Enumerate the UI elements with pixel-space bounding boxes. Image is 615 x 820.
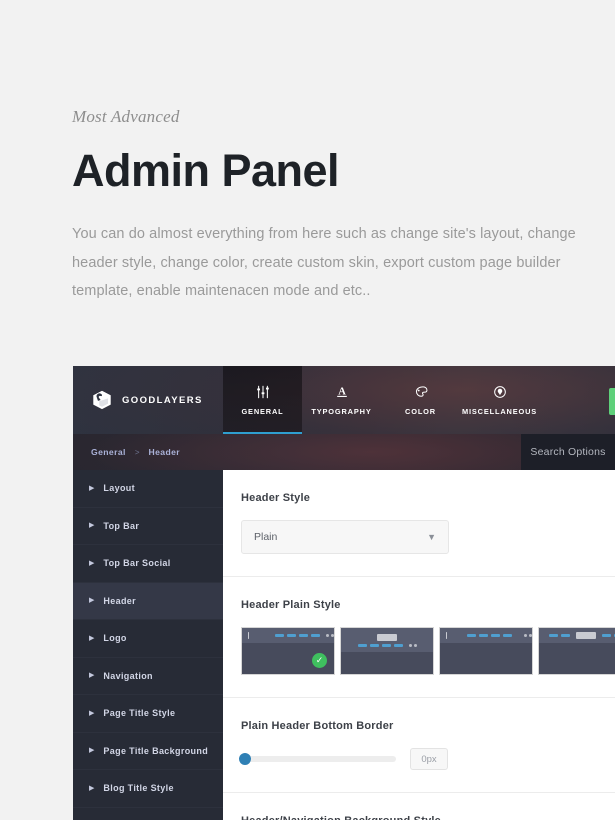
sidebar-item-label: Layout (103, 483, 135, 493)
thumb-dots (326, 634, 334, 637)
paint-palette-icon (414, 385, 428, 400)
thumb-logo (576, 632, 596, 639)
tab-miscellaneous-label: MISCELLANEOUS (462, 407, 537, 416)
border-width-value[interactable]: 0px (410, 748, 448, 770)
panel-body: ▶ Layout ▶ Top Bar ▶ Top Bar Social ▶ He… (73, 470, 615, 820)
field-header-navigation-background-style: Header/Navigation Background Style (223, 793, 615, 820)
search-options-button[interactable]: Search Options (521, 434, 615, 470)
thumb-dots (409, 644, 417, 647)
sidebar-item-label: Page Title Style (103, 708, 175, 718)
brand-logo: GOODLAYERS (73, 366, 223, 434)
panel-sidebar: ▶ Layout ▶ Top Bar ▶ Top Bar Social ▶ He… (73, 470, 223, 820)
sidebar-item-navigation[interactable]: ▶ Navigation (73, 658, 223, 696)
chevron-right-icon: ▶ (89, 672, 94, 679)
thumb-menu-left (549, 634, 570, 637)
chevron-right-icon: ▶ (89, 485, 94, 492)
hero-eyebrow: Most Advanced (72, 108, 592, 125)
tab-color[interactable]: COLOR (381, 366, 460, 434)
header-plain-style-option-2[interactable] (340, 627, 434, 675)
sliders-icon (256, 385, 270, 400)
thumb-logo (446, 632, 447, 639)
thumb-menu-row (358, 644, 417, 647)
sidebar-item-layout[interactable]: ▶ Layout (73, 470, 223, 508)
brand-name: GOODLAYERS (122, 395, 203, 406)
sidebar-item-label: Navigation (103, 671, 153, 681)
chevron-right-icon: ▶ (89, 785, 94, 792)
field-label: Header Style (241, 492, 615, 504)
thumb-dots (524, 634, 532, 637)
chevron-right-icon: ▶ (89, 635, 94, 642)
tab-color-label: COLOR (405, 407, 436, 416)
breadcrumb-item-general[interactable]: General (91, 447, 126, 457)
thumb-menu (358, 644, 403, 647)
sidebar-item-label: Header (103, 596, 136, 606)
field-label: Plain Header Bottom Border (241, 720, 615, 732)
panel-breadcrumb-bar: General > Header Search Options (73, 434, 615, 470)
chevron-right-icon: ▶ (89, 597, 94, 604)
chevron-right-icon: ▶ (89, 560, 94, 567)
border-width-slider[interactable] (241, 756, 396, 762)
sidebar-item-label: Blog Title Style (103, 783, 173, 793)
sidebar-item-label: Top Bar (103, 521, 139, 531)
thumb-logo (248, 632, 249, 639)
thumb-header-bar (539, 628, 615, 643)
header-style-select[interactable]: Plain ▼ (241, 520, 449, 554)
letter-a-underline-icon: A (335, 385, 349, 400)
sidebar-item-page-title-background[interactable]: ▶ Page Title Background (73, 733, 223, 771)
hero-section: Most Advanced Admin Panel You can do alm… (72, 108, 592, 305)
thumb-menu-right (602, 634, 615, 637)
hero-description: You can do almost everything from here s… (72, 220, 584, 305)
field-plain-header-bottom-border: Plain Header Bottom Border 0px (223, 698, 615, 793)
field-label: Header Plain Style (241, 599, 615, 611)
cube-logo-icon (91, 389, 113, 411)
save-button[interactable] (609, 388, 615, 415)
thumb-menu (275, 634, 320, 637)
header-plain-style-option-1[interactable]: ✓ (241, 627, 335, 675)
panel-top-navigation: GOODLAYERS GENERAL (73, 366, 615, 434)
thumb-logo (377, 634, 397, 641)
sidebar-item-label: Page Title Background (103, 746, 208, 756)
breadcrumb: General > Header (73, 447, 180, 457)
check-circle-icon: ✓ (312, 653, 327, 668)
sidebar-item-header[interactable]: ▶ Header (73, 583, 223, 621)
breadcrumb-separator-icon: > (135, 448, 140, 457)
chevron-down-icon: ▼ (427, 533, 436, 542)
chevron-right-icon: ▶ (89, 710, 94, 717)
sidebar-item-blog-title-style[interactable]: ▶ Blog Title Style (73, 770, 223, 808)
slider-handle[interactable] (239, 753, 251, 765)
thumb-menu (467, 634, 512, 637)
tab-typography-label: TYPOGRAPHY (311, 407, 371, 416)
sidebar-item-page-title-style[interactable]: ▶ Page Title Style (73, 695, 223, 733)
header-style-value: Plain (254, 531, 277, 543)
thumb-header-bar (242, 628, 334, 643)
panel-content: Header Style Plain ▼ Header Plain Style (223, 470, 615, 820)
tab-general-label: GENERAL (241, 407, 283, 416)
chevron-right-icon: ▶ (89, 747, 94, 754)
tab-miscellaneous[interactable]: MISCELLANEOUS (460, 366, 539, 434)
border-width-slider-row: 0px (241, 748, 615, 770)
breadcrumb-item-header[interactable]: Header (148, 447, 180, 457)
sidebar-item-logo[interactable]: ▶ Logo (73, 620, 223, 658)
header-plain-style-option-3[interactable] (439, 627, 533, 675)
admin-panel-window: GOODLAYERS GENERAL (73, 366, 615, 820)
field-header-style: Header Style Plain ▼ (223, 470, 615, 577)
page-title: Admin Panel (72, 147, 592, 194)
tab-typography[interactable]: A TYPOGRAPHY (302, 366, 381, 434)
panel-tabs: GENERAL A TYPOGRAPHY CO (223, 366, 539, 434)
circle-pin-icon (493, 385, 507, 400)
thumb-header-bar (341, 628, 433, 652)
field-label: Header/Navigation Background Style (241, 815, 615, 820)
tab-general[interactable]: GENERAL (223, 366, 302, 434)
sidebar-item-top-bar[interactable]: ▶ Top Bar (73, 508, 223, 546)
thumb-header-bar (440, 628, 532, 643)
sidebar-item-label: Logo (103, 633, 126, 643)
header-plain-style-option-4[interactable] (538, 627, 615, 675)
sidebar-item-label: Top Bar Social (103, 558, 170, 568)
sidebar-item-top-bar-social[interactable]: ▶ Top Bar Social (73, 545, 223, 583)
header-plain-style-options: ✓ (241, 627, 615, 675)
field-header-plain-style: Header Plain Style ✓ (223, 577, 615, 698)
chevron-right-icon: ▶ (89, 522, 94, 529)
